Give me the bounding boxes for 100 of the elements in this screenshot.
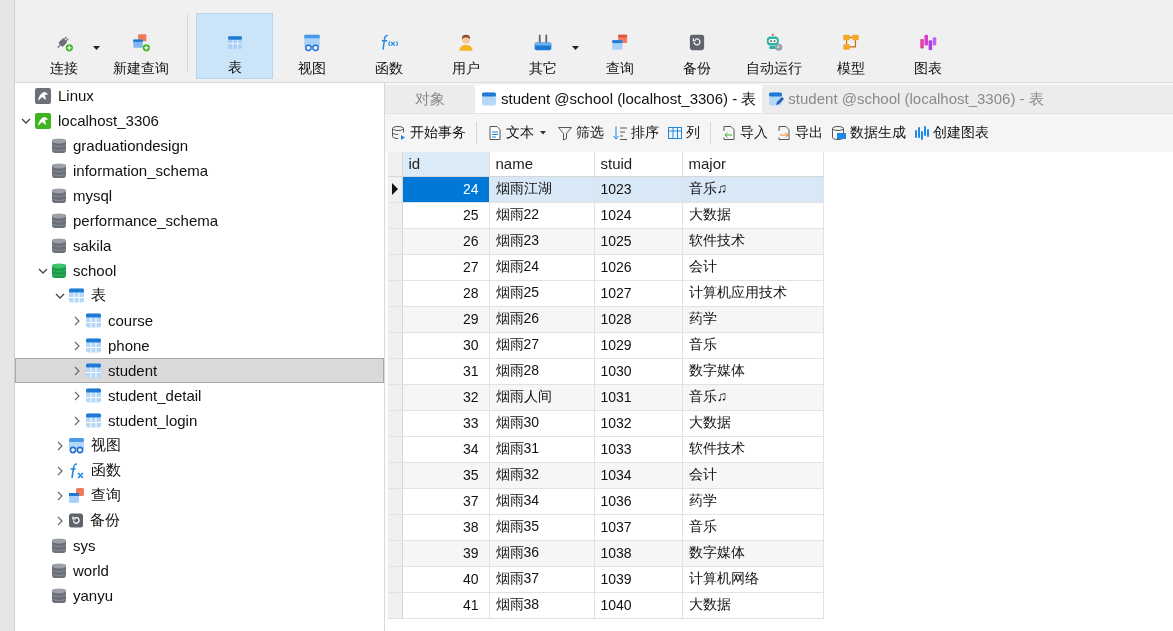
- toolbar-button[interactable]: 连接: [25, 13, 102, 79]
- table-cell: 烟雨22: [489, 202, 594, 228]
- toolbar-button[interactable]: 其它: [504, 13, 581, 79]
- toolbar-button[interactable]: 导入: [721, 124, 768, 142]
- toolbar-button[interactable]: 开始事务: [391, 124, 466, 142]
- tree-item[interactable]: graduationdesign: [15, 133, 384, 158]
- tree-item[interactable]: student: [15, 358, 384, 383]
- tree-item[interactable]: 备份: [15, 508, 384, 533]
- table-cell: 烟雨30: [489, 410, 594, 436]
- import-icon: [721, 125, 737, 141]
- column-header[interactable]: id: [402, 152, 489, 176]
- table-icon: [68, 287, 85, 304]
- toolbar-button[interactable]: 列: [667, 124, 700, 142]
- current-row-icon: [390, 183, 399, 195]
- toolbar-button[interactable]: 用户: [427, 13, 504, 79]
- tree-item[interactable]: mysql: [15, 183, 384, 208]
- table-cell: 烟雨35: [489, 514, 594, 540]
- table-cell: 烟雨31: [489, 436, 594, 462]
- table-cell: 软件技术: [682, 436, 823, 462]
- tree-item[interactable]: world: [15, 558, 384, 583]
- table-cell: 音乐: [682, 332, 823, 358]
- table-cell: 烟雨28: [489, 358, 594, 384]
- table-cell: 药学: [682, 306, 823, 332]
- toolbar-button[interactable]: 新建查询: [102, 13, 179, 79]
- table-cell: 34: [402, 436, 489, 462]
- toolbar-button[interactable]: 模型: [812, 13, 889, 79]
- column-header[interactable]: major: [682, 152, 823, 176]
- view-icon: [68, 437, 85, 454]
- toolbar-button[interactable]: 表: [196, 13, 273, 79]
- columns-icon: [667, 125, 683, 141]
- toolbar-button[interactable]: 视图: [273, 13, 350, 79]
- tree-item[interactable]: 查询: [15, 483, 384, 508]
- toolbar-button[interactable]: 图表: [889, 13, 966, 79]
- table-cell: 24: [402, 176, 489, 202]
- table-cell: 32: [402, 384, 489, 410]
- table-cell: 药学: [682, 488, 823, 514]
- table-cell: 烟雨26: [489, 306, 594, 332]
- tab[interactable]: student @school (localhost_3306) - 表: [475, 85, 763, 113]
- toolbar-button[interactable]: 排序: [612, 124, 659, 142]
- tree-item[interactable]: sakila: [15, 233, 384, 258]
- table-cell: 30: [402, 332, 489, 358]
- table-cell: 音乐: [682, 514, 823, 540]
- column-header[interactable]: stuid: [594, 152, 682, 176]
- tree-item[interactable]: localhost_3306: [15, 108, 384, 133]
- table-cell: 1030: [594, 358, 682, 384]
- tree-item[interactable]: information_schema: [15, 158, 384, 183]
- table-cell: 计算机网络: [682, 566, 823, 592]
- table-cell: 26: [402, 228, 489, 254]
- caret-icon[interactable]: [537, 130, 549, 136]
- table-cell: 烟雨32: [489, 462, 594, 488]
- tree-item[interactable]: 表: [15, 283, 384, 308]
- table-cell: 音乐♫: [682, 176, 823, 202]
- toolbar-button[interactable]: 筛选: [557, 124, 604, 142]
- tree-item[interactable]: sys: [15, 533, 384, 558]
- table-cell: 27: [402, 254, 489, 280]
- table-cell: 37: [402, 488, 489, 514]
- chart-icon: [914, 125, 930, 141]
- column-header[interactable]: name: [489, 152, 594, 176]
- toolbar-button[interactable]: 备份: [658, 13, 735, 79]
- table-cell: 1036: [594, 488, 682, 514]
- tree-item[interactable]: course: [15, 308, 384, 333]
- row-indicator[interactable]: [388, 176, 402, 202]
- table-cell: 烟雨25: [489, 280, 594, 306]
- tree-item[interactable]: school: [15, 258, 384, 283]
- toolbar-button[interactable]: 函数: [350, 13, 427, 79]
- caret-icon[interactable]: [93, 46, 100, 50]
- tree-item[interactable]: yanyu: [15, 583, 384, 608]
- table-cell: 38: [402, 514, 489, 540]
- tree-item[interactable]: 视图: [15, 433, 384, 458]
- table-cell: 1033: [594, 436, 682, 462]
- table-cell: 烟雨人间: [489, 384, 594, 410]
- table-cell: 计算机应用技术: [682, 280, 823, 306]
- tree-item[interactable]: performance_schema: [15, 208, 384, 233]
- table-cell: 1028: [594, 306, 682, 332]
- table-cell: 大数据: [682, 592, 823, 618]
- table-cell: 烟雨34: [489, 488, 594, 514]
- table-cell: 1040: [594, 592, 682, 618]
- toolbar-button[interactable]: 文本: [487, 124, 549, 142]
- table-icon: [481, 91, 497, 107]
- table-cell: 1038: [594, 540, 682, 566]
- table-cell: 1029: [594, 332, 682, 358]
- table-cell: 1027: [594, 280, 682, 306]
- caret-icon[interactable]: [572, 46, 579, 50]
- tree-item[interactable]: student_login: [15, 408, 384, 433]
- tree-item[interactable]: phone: [15, 333, 384, 358]
- table-cell: 1025: [594, 228, 682, 254]
- toolbar-button[interactable]: 自动运行: [735, 13, 812, 79]
- tree-item[interactable]: 函数: [15, 458, 384, 483]
- filter-icon: [557, 125, 573, 141]
- table-cell: 烟雨27: [489, 332, 594, 358]
- toolbar-button[interactable]: 导出: [776, 124, 823, 142]
- toolbar-button[interactable]: 查询: [581, 13, 658, 79]
- tree-item[interactable]: student_detail: [15, 383, 384, 408]
- tree-item[interactable]: Linux: [15, 83, 384, 108]
- toolbar-button[interactable]: 数据生成: [831, 124, 906, 142]
- table-cell: 40: [402, 566, 489, 592]
- table-cell: 1026: [594, 254, 682, 280]
- table-cell: 1034: [594, 462, 682, 488]
- toolbar-button[interactable]: 创建图表: [914, 124, 989, 142]
- table-cell: 大数据: [682, 202, 823, 228]
